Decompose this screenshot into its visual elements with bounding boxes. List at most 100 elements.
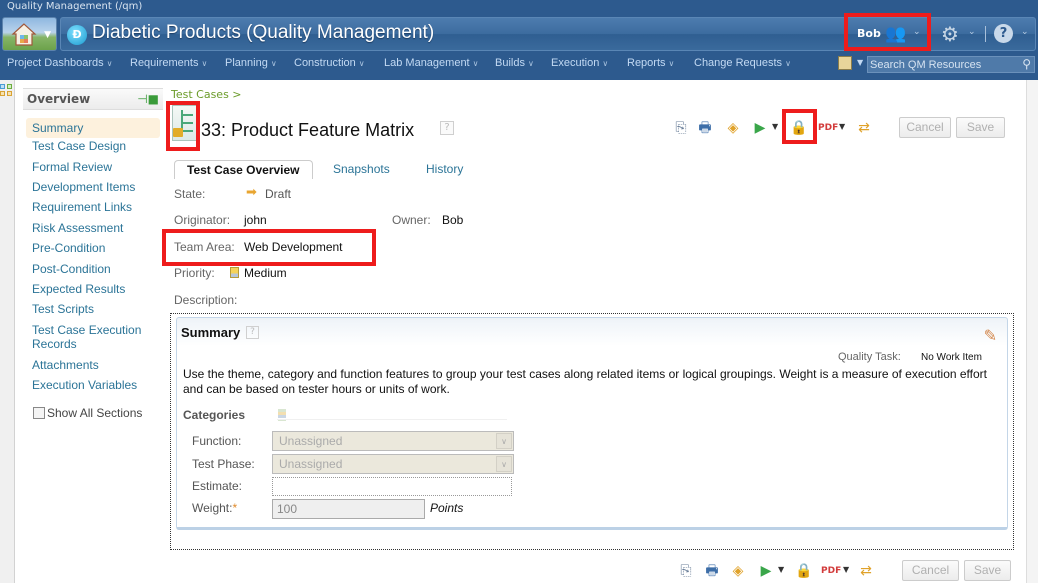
chevron-down-icon[interactable]: ▼ [778,565,784,574]
edit-pencil-icon[interactable]: ✎ [984,326,997,345]
sidebar-item-summary[interactable]: Summary [26,118,160,138]
test-phase-label: Test Phase: [192,457,255,471]
chevron-down-icon[interactable]: ▼ [839,122,845,131]
chevron-down-icon: ∨ [668,59,675,68]
sidebar-item-test-case-execution-records[interactable]: Test Case Execution Records [26,323,160,351]
summary-panel: Summary ? ✎ Quality Task: No Work Item U… [176,317,1008,530]
chevron-down-icon[interactable]: ▼ [843,565,849,574]
clipboard-icon[interactable] [838,56,852,70]
nav-builds[interactable]: Builds ∨ [495,57,534,69]
warning-sync-icon[interactable]: ◈ [725,120,741,136]
weight-label: Weight:* [192,501,237,515]
show-all-sections[interactable]: Show All Sections [33,406,142,420]
sidebar-item-pre-condition[interactable]: Pre-Condition [26,241,160,255]
owner-label: Owner: [392,213,431,227]
nav-change-requests[interactable]: Change Requests ∨ [694,57,791,69]
priority-value[interactable]: Medium [244,266,287,280]
pdf-icon[interactable]: PDF [818,120,838,136]
home-button[interactable]: ▼ [2,17,57,51]
nav-label: Project Dashboards [7,57,104,69]
pdf-icon[interactable]: PDF [821,563,841,579]
nav-project-dashboards[interactable]: Project Dashboards ∨ [7,57,112,69]
breadcrumb[interactable]: Test Cases > [171,88,242,101]
refresh-icon[interactable]: ⇄ [856,120,872,136]
cancel-button[interactable]: Cancel [902,560,959,581]
nav-label: Construction [294,57,356,69]
sidebar-title: Overview [27,92,91,106]
refresh-icon[interactable]: ⇄ [858,563,874,579]
chevron-down-icon[interactable]: ∨ [496,456,512,472]
chevron-down-icon[interactable]: ⌄ [1021,27,1029,37]
chevron-down-icon[interactable]: ▼ [772,122,778,131]
sidebar-item-execution-variables[interactable]: Execution Variables [26,378,160,392]
weight-label-text: Weight: [192,501,233,515]
sidebar-item-requirement-links[interactable]: Requirement Links [26,200,160,214]
sidebar-item-development-items[interactable]: Development Items [26,180,160,194]
chevron-down-icon: ∨ [201,59,208,68]
run-icon[interactable]: ▶ [752,120,768,136]
left-strip [0,80,15,583]
save-button[interactable]: Save [956,117,1005,138]
help-icon[interactable]: ? [440,121,454,135]
chevron-down-icon[interactable]: ⌄ [968,27,976,37]
nav-label: Execution [551,57,600,69]
pin-icon[interactable]: ⊣■ [137,92,159,106]
state-value[interactable]: Draft [265,187,291,201]
function-select[interactable]: Unassigned ∨ [272,431,514,451]
state-label: State: [174,187,206,201]
project-logo-icon: Ð [67,25,87,45]
sidebar-item-post-condition[interactable]: Post-Condition [26,262,160,276]
show-all-checkbox[interactable] [33,407,45,419]
scrollbar[interactable] [1026,80,1038,583]
print-icon[interactable]: 🖶 [704,563,720,579]
nav-label: Reports [627,57,666,69]
tab-history[interactable]: History [426,160,463,179]
owner-value[interactable]: Bob [442,213,463,227]
print-icon[interactable]: 🖶 [697,120,713,136]
help-icon[interactable]: ? [994,24,1013,43]
nav-lab-management[interactable]: Lab Management ∨ [384,57,478,69]
chevron-down-icon: ∨ [106,59,113,68]
nav-construction[interactable]: Construction ∨ [294,57,365,69]
nav-label: Change Requests [694,57,783,69]
help-icon[interactable]: ? [246,326,259,339]
chevron-down-icon: ∨ [527,59,534,68]
gear-icon[interactable]: ⚙ [941,22,959,46]
divider [985,26,986,42]
copy-icon[interactable]: ⎘ [678,563,694,579]
sidebar: Overview ⊣■ Summary Test Case Design For… [23,88,163,420]
tab-snapshots[interactable]: Snapshots [333,160,390,179]
estimate-input[interactable] [272,477,512,496]
nav-reports[interactable]: Reports ∨ [627,57,674,69]
save-button[interactable]: Save [964,560,1011,581]
nav-execution[interactable]: Execution ∨ [551,57,608,69]
chevron-down-icon[interactable]: ▼ [857,58,863,67]
search-input[interactable] [870,57,1016,72]
priority-label: Priority: [174,266,215,280]
quality-task-value[interactable]: No Work Item [921,352,982,363]
chevron-down-icon[interactable]: ∨ [496,433,512,449]
weight-input[interactable]: 100 [272,499,425,519]
lock-refresh-icon[interactable]: 🔒 [795,563,812,579]
summary-title: Summary [181,325,241,340]
test-phase-select[interactable]: Unassigned ∨ [272,454,514,474]
sidebar-item-test-scripts[interactable]: Test Scripts [26,302,160,316]
sidebar-item-risk-assessment[interactable]: Risk Assessment [26,221,160,235]
nav-label: Planning [225,57,268,69]
sidebar-item-expected-results[interactable]: Expected Results [26,282,160,296]
cancel-button[interactable]: Cancel [899,117,951,138]
tab-bar: Test Case Overview Snapshots History [174,160,474,180]
sidebar-item-formal-review[interactable]: Formal Review [26,160,160,174]
nav-planning[interactable]: Planning ∨ [225,57,277,69]
sidebar-item-test-case-design[interactable]: Test Case Design [26,139,160,153]
run-icon[interactable]: ▶ [758,563,774,579]
search-icon[interactable]: ⚲ [1022,57,1031,71]
tab-test-case-overview[interactable]: Test Case Overview [174,160,313,179]
priority-icon [230,267,239,278]
copy-icon[interactable]: ⎘ [673,120,689,136]
nav-requirements[interactable]: Requirements ∨ [130,57,207,69]
sidebar-item-attachments[interactable]: Attachments [26,358,160,372]
chevron-down-icon: ∨ [785,59,791,68]
grid-icon[interactable] [0,84,13,97]
warning-sync-icon[interactable]: ◈ [730,563,746,579]
